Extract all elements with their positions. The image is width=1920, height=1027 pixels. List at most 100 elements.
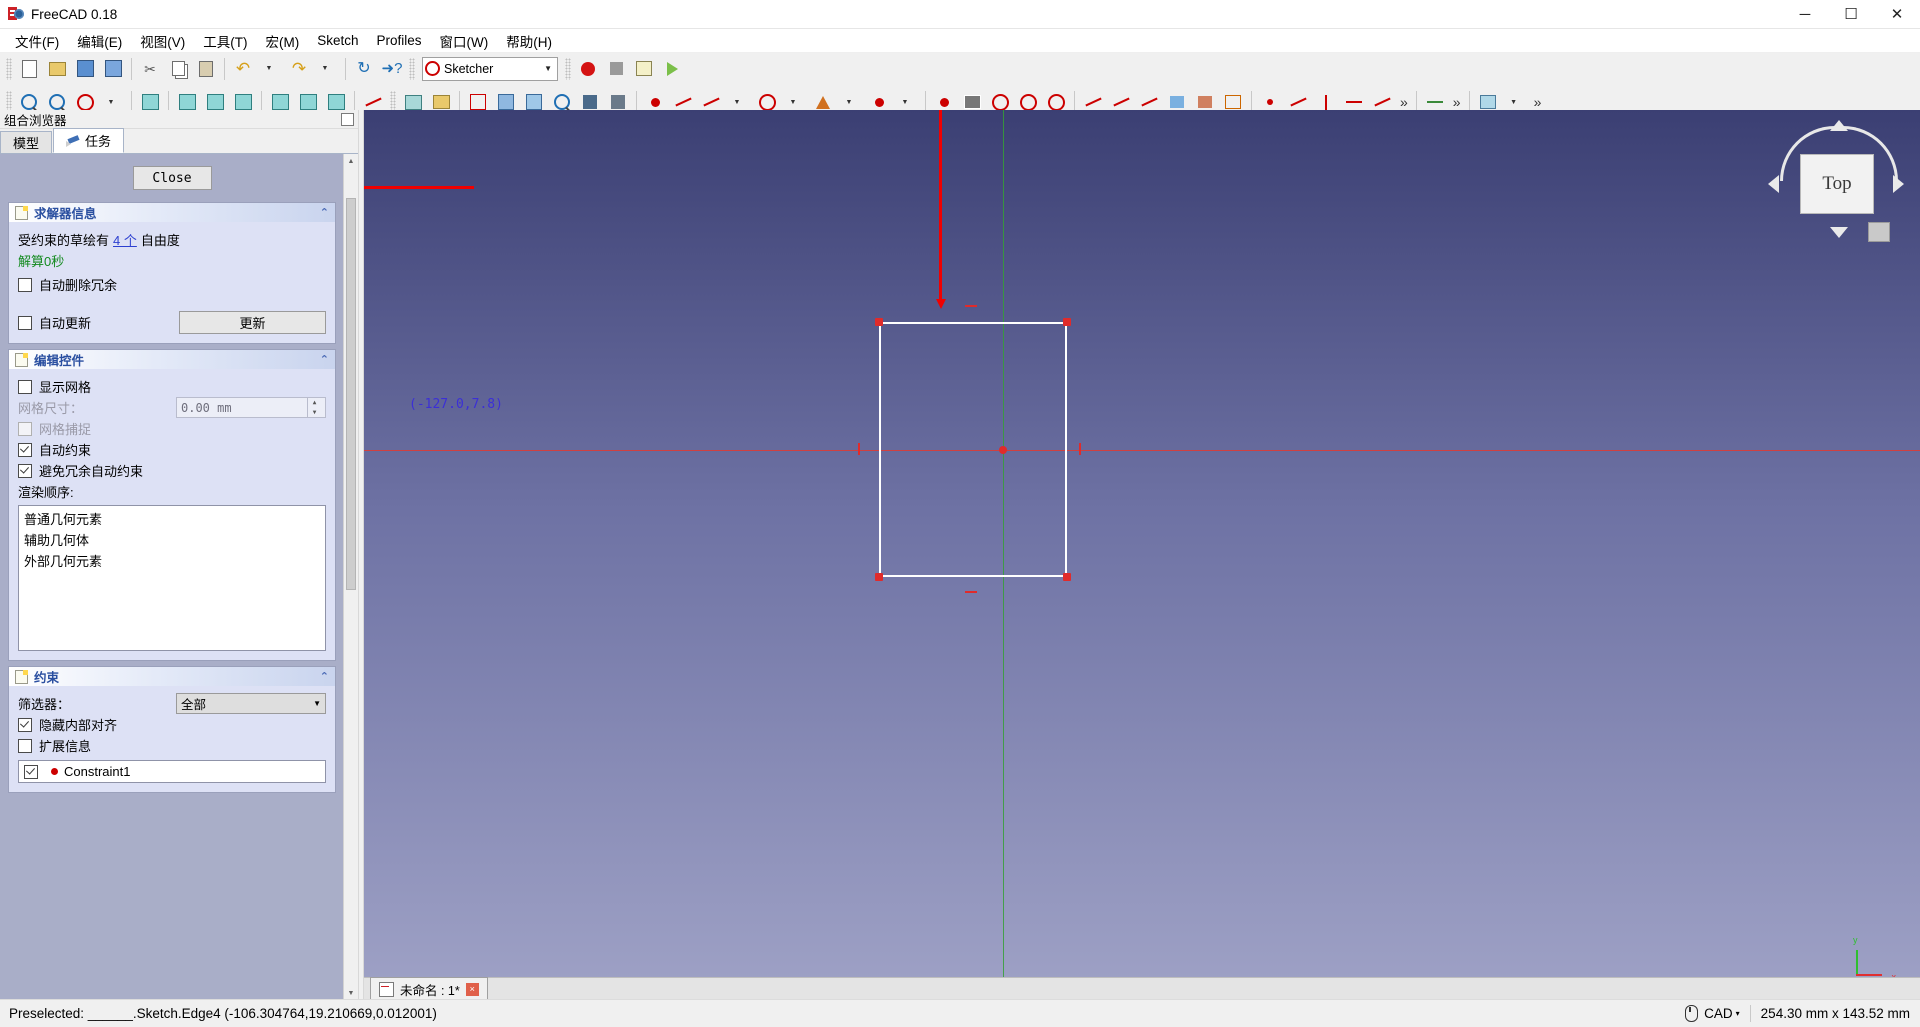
menu-edit[interactable]: 编辑(E) — [68, 29, 131, 53]
menu-help[interactable]: 帮助(H) — [497, 29, 561, 53]
menu-file[interactable]: 文件(F) — [6, 29, 68, 53]
menu-tools[interactable]: 工具(T) — [194, 29, 256, 53]
refresh-button[interactable]: ↻ — [350, 55, 378, 82]
toolbar-grip[interactable] — [6, 57, 12, 80]
toolbar-overflow-3[interactable]: » — [1530, 94, 1546, 110]
constraint-list[interactable]: Constraint1 — [18, 760, 326, 783]
menu-profiles[interactable]: Profiles — [368, 31, 431, 50]
avoid-redundant-checkbox[interactable] — [18, 463, 32, 478]
constraint-filter-select[interactable]: 全部 ▼ — [176, 693, 326, 714]
extended-info-checkbox[interactable] — [18, 738, 32, 753]
dock-float-icon[interactable] — [341, 112, 354, 126]
redo-button[interactable]: ↷ — [285, 55, 313, 82]
auto-update-checkbox[interactable] — [18, 315, 32, 330]
grid-size-input[interactable]: 0.00 mm ▲ ▼ — [176, 397, 326, 418]
update-button[interactable]: 更新 — [179, 311, 326, 334]
auto-remove-redundant-checkbox[interactable] — [18, 277, 32, 292]
copy-button[interactable] — [164, 55, 192, 82]
grid-snap-checkbox[interactable] — [18, 421, 32, 436]
chevron-up-icon[interactable]: ⌃ — [320, 670, 329, 683]
macro-execute-button[interactable] — [658, 55, 686, 82]
undo-dropdown[interactable]: ▼ — [257, 55, 285, 82]
grid-size-stepper[interactable]: ▲ ▼ — [307, 398, 321, 417]
constraint-visibility-checkbox[interactable] — [24, 764, 38, 779]
grid-snap-row[interactable]: 网格捕捉 — [18, 418, 326, 439]
chevron-up-icon[interactable]: ⌃ — [320, 353, 329, 366]
menu-window[interactable]: 窗口(W) — [431, 29, 498, 53]
hide-internal-checkbox[interactable] — [18, 717, 32, 732]
vertical-constraint-marker[interactable] — [1079, 443, 1081, 455]
close-window-button[interactable]: ✕ — [1874, 0, 1920, 28]
close-document-icon[interactable]: × — [465, 982, 479, 996]
horizontal-constraint-marker[interactable] — [965, 305, 977, 307]
navcube-left-arrow-icon[interactable] — [1768, 175, 1779, 193]
menu-sketch[interactable]: Sketch — [308, 31, 367, 50]
navcube-up-arrow-icon[interactable] — [1830, 120, 1848, 131]
sketch-vertex[interactable] — [1063, 573, 1071, 581]
chevron-up-icon[interactable]: ⌃ — [320, 206, 329, 219]
sketch-rectangle[interactable] — [879, 322, 1067, 577]
show-grid-row[interactable]: 显示网格 — [18, 376, 326, 397]
navcube-face-label[interactable]: Top — [1800, 154, 1874, 214]
open-document-button[interactable] — [43, 55, 71, 82]
3d-viewport[interactable]: (-127.0,7.8) Top y x — [364, 110, 1920, 1000]
close-button[interactable]: Close — [132, 166, 212, 190]
render-order-list[interactable]: 普通几何元素 辅助几何体 外部几何元素 — [18, 505, 326, 651]
toolbar-overflow-1[interactable]: » — [1396, 94, 1412, 110]
cut-button[interactable]: ✂ — [136, 55, 164, 82]
macro-stop-button[interactable] — [602, 55, 630, 82]
scroll-up-icon[interactable]: ▲ — [344, 154, 358, 168]
navcube-corner-icon[interactable] — [1868, 222, 1890, 242]
scrollbar-thumb[interactable] — [346, 198, 356, 590]
save-as-button[interactable] — [99, 55, 127, 82]
redo-dropdown[interactable]: ▼ — [313, 55, 341, 82]
minimize-button[interactable]: ─ — [1782, 0, 1828, 28]
document-tab[interactable]: 未命名 : 1* × — [370, 977, 488, 1000]
sketch-origin-point[interactable] — [999, 446, 1007, 454]
task-panel-scrollbar[interactable]: ▲ ▼ — [343, 154, 358, 1000]
menu-view[interactable]: 视图(V) — [131, 29, 194, 53]
macro-edit-button[interactable] — [630, 55, 658, 82]
scroll-down-icon[interactable]: ▼ — [344, 986, 358, 1000]
maximize-button[interactable]: ☐ — [1828, 0, 1874, 28]
tab-model[interactable]: 模型 — [0, 131, 53, 153]
navcube-right-arrow-icon[interactable] — [1893, 175, 1904, 193]
sketch-vertex[interactable] — [875, 573, 883, 581]
vertical-constraint-marker[interactable] — [858, 443, 860, 455]
toolbar-overflow-2[interactable]: » — [1449, 94, 1465, 110]
toolbar-grip[interactable] — [409, 57, 415, 80]
solver-group-header[interactable]: 求解器信息 ⌃ — [9, 203, 335, 222]
paste-button[interactable] — [192, 55, 220, 82]
auto-constraint-checkbox[interactable] — [18, 442, 32, 457]
new-document-button[interactable] — [15, 55, 43, 82]
navigation-cube[interactable]: Top — [1766, 120, 1906, 260]
hide-internal-row[interactable]: 隐藏内部对齐 — [18, 714, 326, 735]
sketch-vertex[interactable] — [1063, 318, 1071, 326]
undo-button[interactable]: ↶ — [229, 55, 257, 82]
sketch-vertex[interactable] — [875, 318, 883, 326]
render-order-item[interactable]: 普通几何元素 — [19, 508, 325, 529]
workbench-selector[interactable]: Sketcher ▼ — [422, 56, 558, 81]
tab-tasks[interactable]: 任务 — [53, 128, 125, 153]
navcube-down-arrow-icon[interactable] — [1830, 227, 1848, 238]
chevron-down-icon[interactable]: ▾ — [1736, 1009, 1740, 1018]
list-item[interactable]: Constraint1 — [19, 761, 325, 782]
horizontal-constraint-marker[interactable] — [965, 591, 977, 593]
show-grid-checkbox[interactable] — [18, 379, 32, 394]
dof-count-link[interactable]: 4 个 — [113, 230, 137, 249]
whats-this-button[interactable]: ➜? — [378, 55, 406, 82]
render-order-item[interactable]: 辅助几何体 — [19, 529, 325, 550]
constraints-header[interactable]: 约束 ⌃ — [9, 667, 335, 686]
macro-record-button[interactable] — [574, 55, 602, 82]
menu-macro[interactable]: 宏(M) — [257, 29, 309, 53]
auto-constraint-row[interactable]: 自动约束 — [18, 439, 326, 460]
auto-remove-redundant-row[interactable]: 自动删除冗余 — [18, 274, 326, 295]
avoid-redundant-row[interactable]: 避免冗余自动约束 — [18, 460, 326, 481]
save-document-button[interactable] — [71, 55, 99, 82]
edit-controls-header[interactable]: 编辑控件 ⌃ — [9, 350, 335, 369]
toolbar-grip[interactable] — [565, 57, 571, 80]
dof-row: 受约束的草绘有 4 个 自由度 — [18, 229, 326, 250]
render-order-item[interactable]: 外部几何元素 — [19, 550, 325, 571]
navigation-style-label[interactable]: CAD — [1704, 1006, 1733, 1021]
extended-info-row[interactable]: 扩展信息 — [18, 735, 326, 756]
